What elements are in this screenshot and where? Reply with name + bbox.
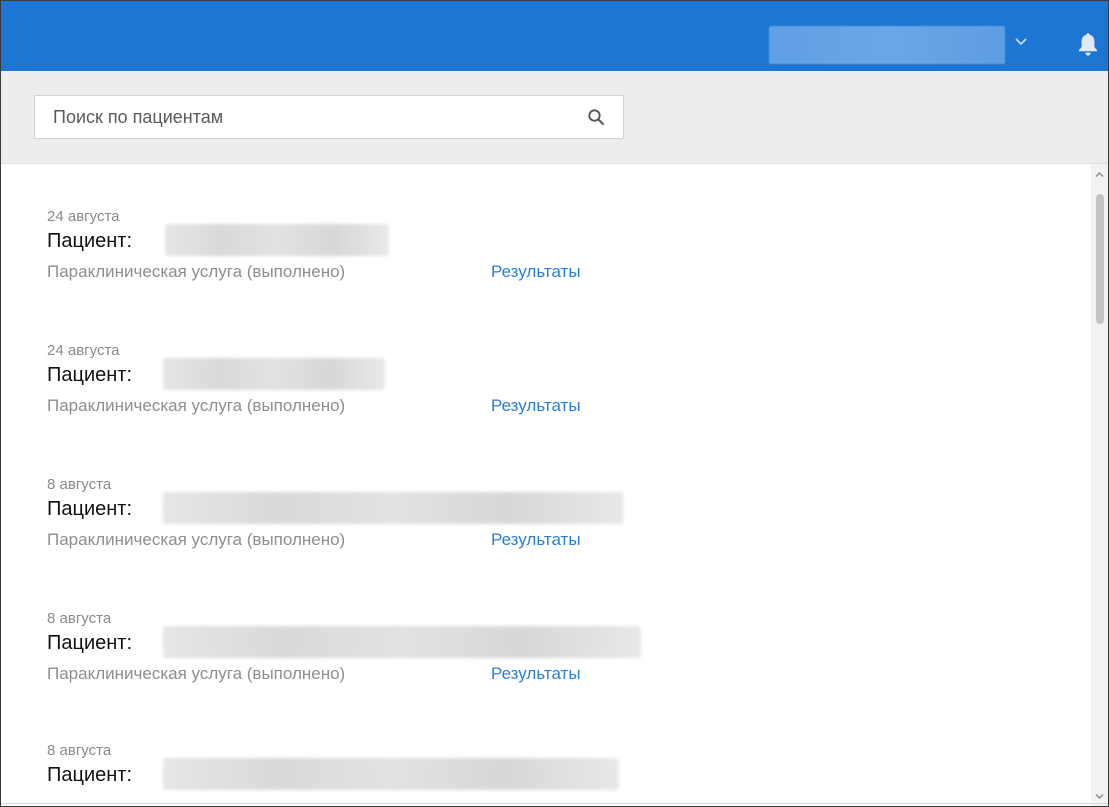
results-link[interactable]: Результаты: [491, 262, 581, 282]
results-link[interactable]: Результаты: [491, 530, 581, 550]
top-bar: [1, 1, 1108, 71]
scroll-down-arrow-icon[interactable]: [1095, 792, 1104, 801]
list-scrollbar[interactable]: [1091, 164, 1108, 806]
patient-label: Пациент:: [47, 364, 133, 386]
item-service: Параклиническая услуга (выполнено): [47, 262, 346, 281]
patient-row: Пациент:: [47, 626, 641, 658]
user-selector[interactable]: [769, 26, 1005, 64]
patient-label: Пациент:: [47, 498, 133, 520]
item-service: Параклиническая услуга (выполнено): [47, 396, 346, 415]
patient-label: Пациент:: [47, 632, 133, 654]
patient-row: Пациент:: [47, 224, 389, 256]
search-band: [1, 71, 1108, 164]
item-service: Параклиническая услуга (выполнено): [47, 664, 346, 683]
app-window: 24 августа Пациент: Параклиническая услу…: [0, 0, 1109, 807]
patient-name-redacted: [163, 626, 641, 658]
item-date: 8 августа: [47, 476, 112, 493]
patient-row: Пациент:: [47, 758, 619, 790]
patient-label: Пациент:: [47, 230, 133, 252]
item-date: 8 августа: [47, 610, 112, 627]
scroll-up-arrow-icon[interactable]: [1095, 170, 1104, 179]
patient-name-redacted: [163, 758, 619, 790]
chevron-down-icon[interactable]: [1013, 34, 1029, 50]
patient-label: Пациент:: [47, 764, 133, 786]
patient-row: Пациент:: [47, 492, 623, 524]
notification-list: 24 августа Пациент: Параклиническая услу…: [1, 164, 1091, 806]
scroll-thumb[interactable]: [1096, 194, 1104, 324]
bell-icon[interactable]: [1077, 31, 1099, 57]
patient-row: Пациент:: [47, 358, 385, 390]
results-link[interactable]: Результаты: [491, 396, 581, 416]
patient-name-redacted: [163, 358, 385, 390]
patient-search-input[interactable]: [35, 96, 575, 138]
search-box: [34, 95, 624, 139]
bottom-divider: [1, 803, 1108, 804]
patient-name-redacted: [163, 492, 623, 524]
patient-name-redacted: [165, 224, 389, 256]
item-date: 24 августа: [47, 208, 120, 225]
item-date: 24 августа: [47, 342, 120, 359]
search-icon[interactable]: [587, 108, 605, 126]
item-date: 8 августа: [47, 742, 112, 759]
item-service: Параклиническая услуга (выполнено): [47, 530, 346, 549]
results-link[interactable]: Результаты: [491, 664, 581, 684]
